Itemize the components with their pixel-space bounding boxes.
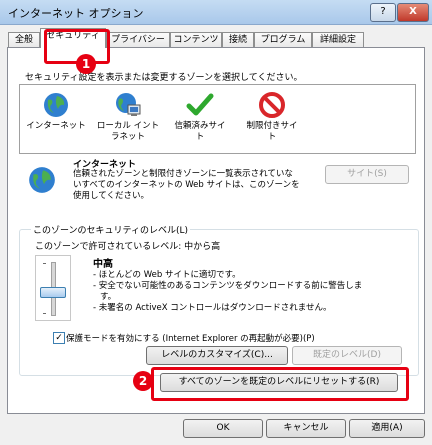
tab-general[interactable]: 全般 [8,32,40,48]
zone-internet[interactable]: インターネット [22,89,90,132]
apply-button[interactable]: 適用(A) [349,419,425,438]
sites-button[interactable]: サイト(S) [325,165,409,184]
globe-icon [29,167,55,193]
ok-button[interactable]: OK [183,419,263,438]
tab-advanced[interactable]: 詳細設定 [312,32,364,48]
security-level-name: 中高 [93,259,113,270]
zone-info-desc-line2: いすべてのインターネットの Web サイトは、このゾーンを [73,180,300,190]
security-level-slider[interactable] [35,255,71,321]
intranet-icon [116,93,141,116]
zone-restricted-sites[interactable]: 制限付きサイ ト [238,89,306,143]
step-badge-2: 2 [133,371,153,391]
custom-level-button[interactable]: レベルのカスタマイズ(C)... [146,346,288,365]
globe-icon [44,93,68,117]
level-desc-line2: - 安全でない可能性のあるコンテンツをダウンロードする前に警告しま [93,281,363,291]
zone-info-description: 信頼されたゾーンと制限付きゾーンに一覧表示されていな いすべてのインターネットの… [73,169,303,202]
protected-mode-checkbox[interactable]: ✓ [53,332,65,344]
help-button[interactable]: ? [370,3,396,22]
level-desc-line3: す。 [100,292,117,302]
title-bar: インターネット オプション ? X [0,0,432,25]
level-desc-line4: - 未署名の ActiveX コントロールはダウンロードされません。 [93,303,332,313]
zone-label-trusted-sites: 信頼済みサイ ト [174,121,226,142]
cancel-button[interactable]: キャンセル [266,419,346,438]
zone-local-intranet[interactable]: ローカル イント ラネット [94,89,162,143]
zone-label-internet: インターネット [26,121,86,131]
window-title: インターネット オプション [8,7,144,20]
tab-privacy[interactable]: プライバシー [106,32,170,48]
zone-list: インターネット ローカル イント ラネット 信頼済みサイ ト 制限付きサイ ト [19,84,416,154]
checkmark-icon [186,93,214,116]
step-badge-1: 1 [76,54,96,74]
tab-programs[interactable]: プログラム [254,32,312,48]
security-level-group-title: このゾーンのセキュリティのレベル(L) [31,223,191,236]
zone-trusted-sites[interactable]: 信頼済みサイ ト [166,89,234,143]
protected-mode-label[interactable]: 保護モードを有効にする (Internet Explorer の再起動が必要)(… [66,332,315,344]
zones-prompt: セキュリティ設定を表示または変更するゾーンを選択してください。 [25,73,303,83]
zone-info-desc-line1: 信頼されたゾーンと制限付きゾーンに一覧表示されていな [73,169,293,179]
allowed-levels: このゾーンで許可されているレベル: 中から高 [35,242,221,252]
default-level-button[interactable]: 既定のレベル(D) [292,346,402,365]
slider-tick [43,313,46,314]
restricted-icon [259,92,285,118]
zone-label-restricted-sites: 制限付きサイ ト [246,121,298,142]
highlight-reset-button [151,367,409,401]
slider-tick [43,263,46,264]
level-desc-line1: - ほとんどの Web サイトに適切です。 [93,270,241,280]
zone-label-local-intranet: ローカル イント ラネット [96,121,160,142]
zone-info-desc-line3: 使用してください。 [73,191,149,201]
tab-connections[interactable]: 接続 [222,32,254,48]
tab-content[interactable]: コンテンツ [170,32,222,48]
close-button[interactable]: X [397,3,429,22]
slider-thumb[interactable] [40,287,66,298]
